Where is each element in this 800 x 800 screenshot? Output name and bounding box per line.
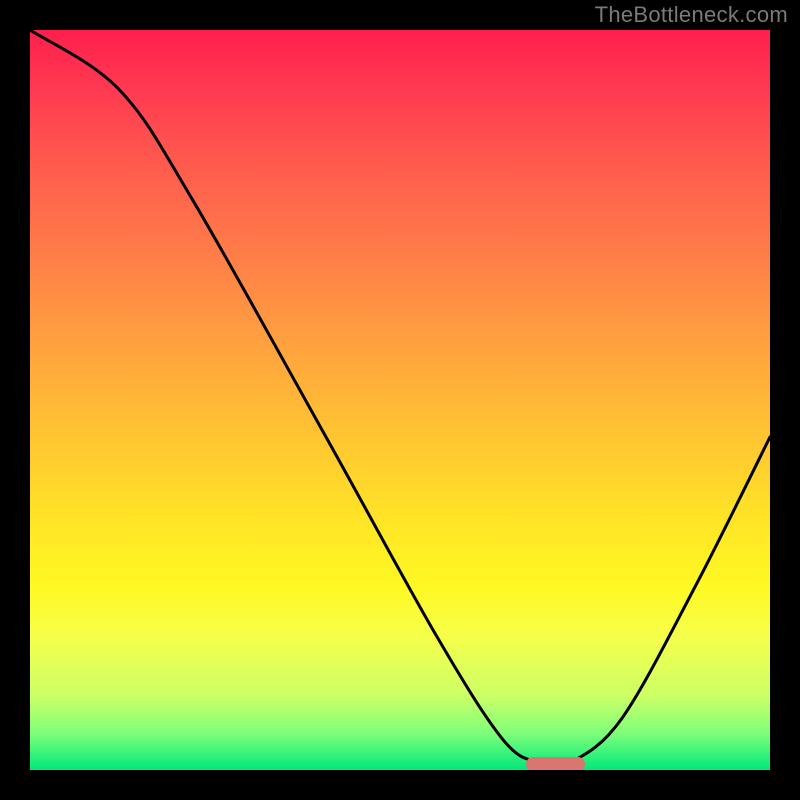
chart-frame: TheBottleneck.com: [0, 0, 800, 800]
watermark-text: TheBottleneck.com: [595, 2, 788, 28]
plot-area: [30, 30, 770, 770]
optimum-marker: [526, 757, 585, 770]
bottleneck-curve: [30, 30, 770, 770]
